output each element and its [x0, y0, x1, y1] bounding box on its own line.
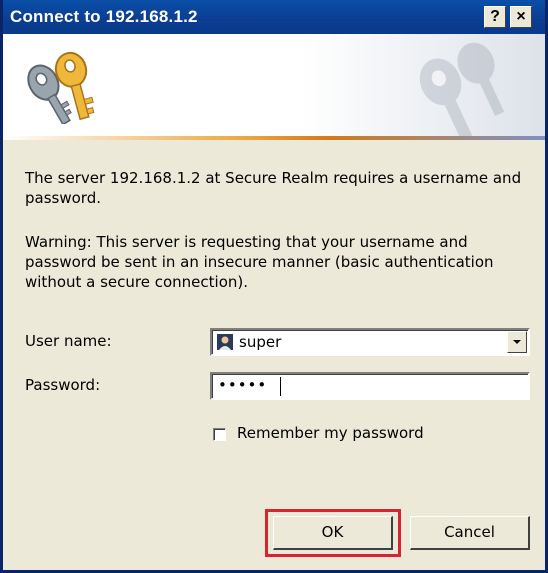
user-icon [217, 334, 233, 350]
text-caret [280, 377, 281, 396]
close-button[interactable]: × [510, 6, 532, 28]
username-value: super [239, 333, 282, 351]
remember-password-checkbox[interactable] [213, 428, 226, 441]
warning-message: Warning: This server is requesting that … [25, 233, 494, 291]
username-label: User name: [25, 332, 112, 350]
password-field[interactable]: ••••• [210, 372, 530, 400]
title-bar[interactable]: Connect to 192.168.1.2 ? × [3, 0, 545, 34]
banner [3, 34, 545, 140]
ok-button[interactable]: OK [273, 516, 393, 550]
server-message: The server 192.168.1.2 at Secure Realm r… [25, 169, 522, 207]
username-combobox[interactable]: super [210, 328, 530, 356]
help-button[interactable]: ? [484, 6, 506, 28]
keys-icon [27, 51, 95, 124]
dialog-title: Connect to 192.168.1.2 [10, 7, 198, 26]
remember-password-label[interactable]: Remember my password [237, 424, 424, 442]
cancel-button[interactable]: Cancel [410, 516, 530, 550]
password-label: Password: [25, 376, 101, 394]
dialog-body: The server 192.168.1.2 at Secure Realm r… [3, 140, 545, 570]
login-dialog: Connect to 192.168.1.2 ? × The server 19… [0, 0, 548, 573]
dropdown-arrow-icon[interactable] [507, 331, 527, 353]
keys-watermark-icon [419, 42, 505, 137]
password-value: ••••• [218, 376, 268, 394]
